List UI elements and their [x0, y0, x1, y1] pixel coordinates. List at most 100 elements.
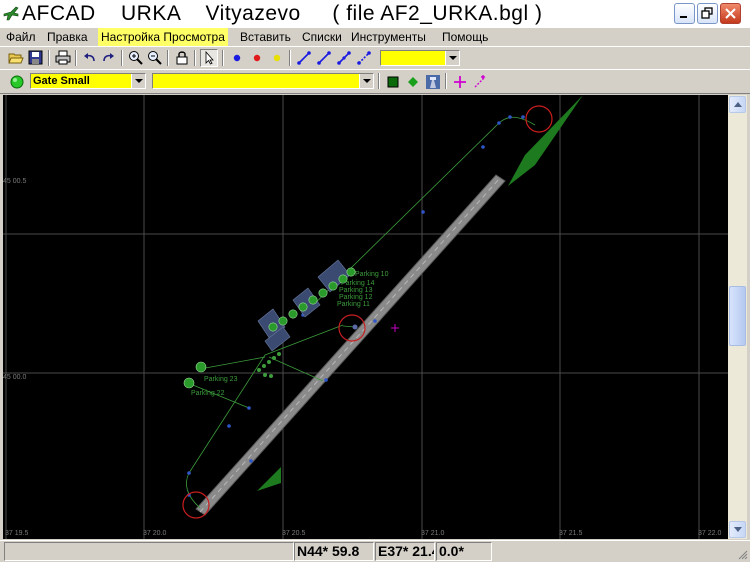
tower-button[interactable] — [424, 73, 442, 91]
parking-type-combo[interactable]: Gate Small — [30, 73, 146, 89]
menu-edit[interactable]: Правка — [44, 28, 91, 46]
add-link-button[interactable] — [471, 73, 489, 91]
zoom-out-button[interactable] — [146, 49, 164, 67]
parking-spot[interactable] — [346, 267, 356, 277]
print-button[interactable] — [54, 49, 72, 67]
runway[interactable] — [195, 174, 506, 516]
taxi-link-button[interactable] — [295, 49, 313, 67]
redo-button[interactable] — [100, 49, 118, 67]
menu-lists[interactable]: Списки — [299, 28, 345, 46]
print-icon — [55, 50, 71, 65]
yellow-node-icon — [273, 54, 281, 62]
parking-spot[interactable] — [277, 352, 281, 356]
scroll-up-button[interactable] — [729, 96, 746, 113]
taxi-node[interactable] — [247, 406, 251, 410]
airline-combo[interactable] — [152, 73, 374, 89]
taxi-node[interactable] — [373, 319, 377, 323]
link-type-combo[interactable] — [380, 50, 460, 66]
undo-button[interactable] — [81, 49, 99, 67]
runway-end-circle[interactable] — [525, 105, 553, 133]
afcad-app-icon[interactable] — [3, 5, 19, 21]
square-node-button[interactable] — [384, 73, 402, 91]
parking-spot[interactable] — [288, 309, 298, 319]
maximize-button[interactable] — [697, 3, 718, 24]
add-red-node-button[interactable] — [248, 49, 266, 67]
parking-spot[interactable] — [318, 288, 328, 298]
select-tool-button[interactable] — [200, 49, 218, 67]
add-blue-node-button[interactable] — [228, 49, 246, 67]
parking-spot[interactable] — [298, 302, 308, 312]
map-canvas[interactable]: 45 00.5 45 00.0 37 19.5 37 20.0 37 20.5 … — [3, 95, 728, 539]
lon-label: 37 21.0 — [421, 530, 444, 537]
taxiway-path[interactable] — [186, 472, 201, 509]
menu-bar: Файл Правка Настройка Просмотра Вставить… — [0, 28, 750, 46]
magenta-plus-icon — [454, 76, 466, 88]
chevron-down-icon[interactable] — [445, 51, 459, 65]
parking-spot[interactable] — [195, 361, 207, 373]
scroll-thumb[interactable] — [729, 286, 746, 346]
vertical-scrollbar[interactable] — [728, 95, 747, 539]
heading-readout: 0.0* — [436, 542, 492, 561]
parking-spot[interactable] — [272, 356, 276, 360]
menu-tools[interactable]: Инструменты — [348, 28, 429, 46]
zoom-in-button[interactable] — [127, 49, 145, 67]
taxiway-path[interactable] — [199, 356, 266, 370]
resize-grip-icon[interactable] — [736, 548, 748, 560]
taxi-node[interactable] — [227, 424, 231, 428]
save-button[interactable] — [27, 49, 45, 67]
menu-help[interactable]: Помощь — [439, 28, 491, 46]
parking-spot[interactable] — [278, 316, 288, 326]
status-light-button[interactable] — [8, 73, 26, 91]
airport-reference-marker[interactable] — [391, 324, 399, 332]
undo-icon — [84, 53, 95, 62]
menu-view-settings[interactable]: Настройка Просмотра — [98, 28, 228, 46]
scroll-down-button[interactable] — [729, 521, 746, 538]
runway-link-button[interactable] — [315, 49, 333, 67]
chevron-down-icon[interactable] — [131, 74, 145, 88]
lock-button[interactable] — [173, 49, 191, 67]
taxi-node[interactable] — [508, 115, 512, 119]
toolbar-separator — [75, 50, 77, 66]
open-button[interactable] — [7, 49, 25, 67]
parking-label: Parking 22 — [191, 390, 225, 397]
parking-spot[interactable] — [257, 368, 261, 372]
runway-link-icon — [317, 51, 331, 65]
parking-spot[interactable] — [267, 360, 271, 364]
taxi-node[interactable] — [481, 145, 485, 149]
taxiway-path[interactable] — [268, 356, 324, 382]
lon-label: 37 21.5 — [559, 530, 582, 537]
hold-point[interactable] — [352, 324, 358, 330]
close-button[interactable] — [720, 3, 741, 24]
taxi-node[interactable] — [324, 378, 328, 382]
parking-spot[interactable] — [183, 377, 195, 389]
latitude-readout: N44* 59.8 — [294, 542, 374, 561]
parking-spot[interactable] — [262, 364, 266, 368]
open-folder-icon — [8, 53, 24, 64]
taxi-node[interactable] — [249, 459, 253, 463]
taxi-node[interactable] — [497, 121, 501, 125]
airport-map[interactable]: 45 00.5 45 00.0 37 19.5 37 20.0 37 20.5 … — [3, 95, 728, 539]
minimize-button[interactable] — [674, 3, 695, 24]
vehicle-link-button[interactable] — [355, 49, 373, 67]
add-marker-button[interactable] — [451, 73, 469, 91]
toolbar-separator — [289, 50, 291, 66]
diamond-node-button[interactable] — [404, 73, 422, 91]
magenta-link-icon — [474, 75, 486, 88]
toolbar-separator — [121, 50, 123, 66]
add-yellow-node-button[interactable] — [268, 49, 286, 67]
taxi-node[interactable] — [187, 471, 191, 475]
taxi-node[interactable] — [521, 115, 525, 119]
parking-spot[interactable] — [308, 295, 318, 305]
taxiway-path[interactable] — [498, 116, 536, 126]
chevron-down-icon[interactable] — [359, 74, 373, 88]
taxi-node[interactable] — [421, 210, 425, 214]
path-link-button[interactable] — [335, 49, 353, 67]
menu-insert[interactable]: Вставить — [237, 28, 294, 46]
diamond-node-icon — [408, 77, 418, 87]
menu-file[interactable]: Файл — [3, 28, 39, 46]
parking-spot[interactable] — [269, 374, 273, 378]
toolbar-separator — [378, 73, 380, 89]
parking-spot[interactable] — [328, 281, 338, 291]
parking-spot[interactable] — [263, 373, 267, 377]
parking-spot[interactable] — [268, 322, 278, 332]
